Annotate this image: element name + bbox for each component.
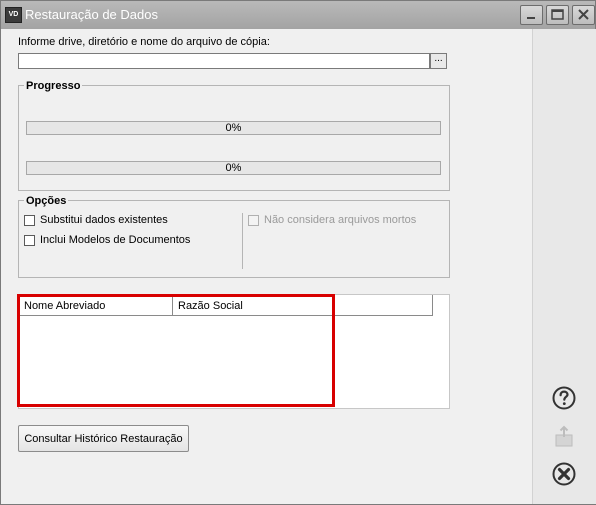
title-bar[interactable]: VD Restauração de Dados	[1, 1, 595, 29]
progress-title: Progresso	[24, 80, 83, 92]
replace-data-label: Substitui dados existentes	[40, 214, 168, 226]
ignore-dead-files-label: Não considera arquivos mortos	[264, 214, 417, 226]
progress-bar-2: 0%	[26, 161, 441, 175]
column-header-razao-social[interactable]: Razão Social	[173, 295, 433, 315]
progress-group	[18, 85, 450, 191]
history-button[interactable]: Consultar Histórico Restauração	[18, 425, 189, 452]
close-circle-icon[interactable]	[552, 462, 576, 486]
minimize-icon	[527, 17, 535, 19]
options-divider	[242, 213, 243, 269]
progress-bar-1-text: 0%	[225, 122, 242, 134]
progress-bar-1: 0%	[26, 121, 441, 135]
window-title: Restauração de Dados	[25, 7, 158, 22]
maximize-icon	[551, 9, 564, 20]
close-icon	[578, 9, 589, 20]
table-header: Nome Abreviado Razão Social	[19, 295, 433, 316]
include-templates-checkbox[interactable]	[24, 235, 35, 246]
browse-button[interactable]: ...	[430, 53, 447, 69]
path-label: Informe drive, diretório e nome do arqui…	[18, 36, 270, 48]
close-button[interactable]	[572, 5, 595, 25]
backup-path-input[interactable]	[18, 53, 430, 69]
company-table[interactable]: Nome Abreviado Razão Social	[18, 294, 450, 409]
restore-window: VD Restauração de Dados Informe drive, d…	[0, 0, 596, 505]
app-icon: VD	[5, 7, 22, 23]
include-templates-label: Inclui Modelos de Documentos	[40, 234, 191, 246]
column-header-nome-abreviado[interactable]: Nome Abreviado	[19, 295, 173, 315]
help-icon[interactable]	[552, 386, 576, 410]
progress-bar-2-text: 0%	[225, 162, 242, 174]
options-title: Opções	[24, 195, 69, 207]
maximize-button[interactable]	[546, 5, 569, 25]
ignore-dead-files-checkbox[interactable]	[248, 215, 259, 226]
replace-data-checkbox[interactable]	[24, 215, 35, 226]
export-icon[interactable]	[552, 425, 576, 449]
minimize-button[interactable]	[520, 5, 543, 25]
